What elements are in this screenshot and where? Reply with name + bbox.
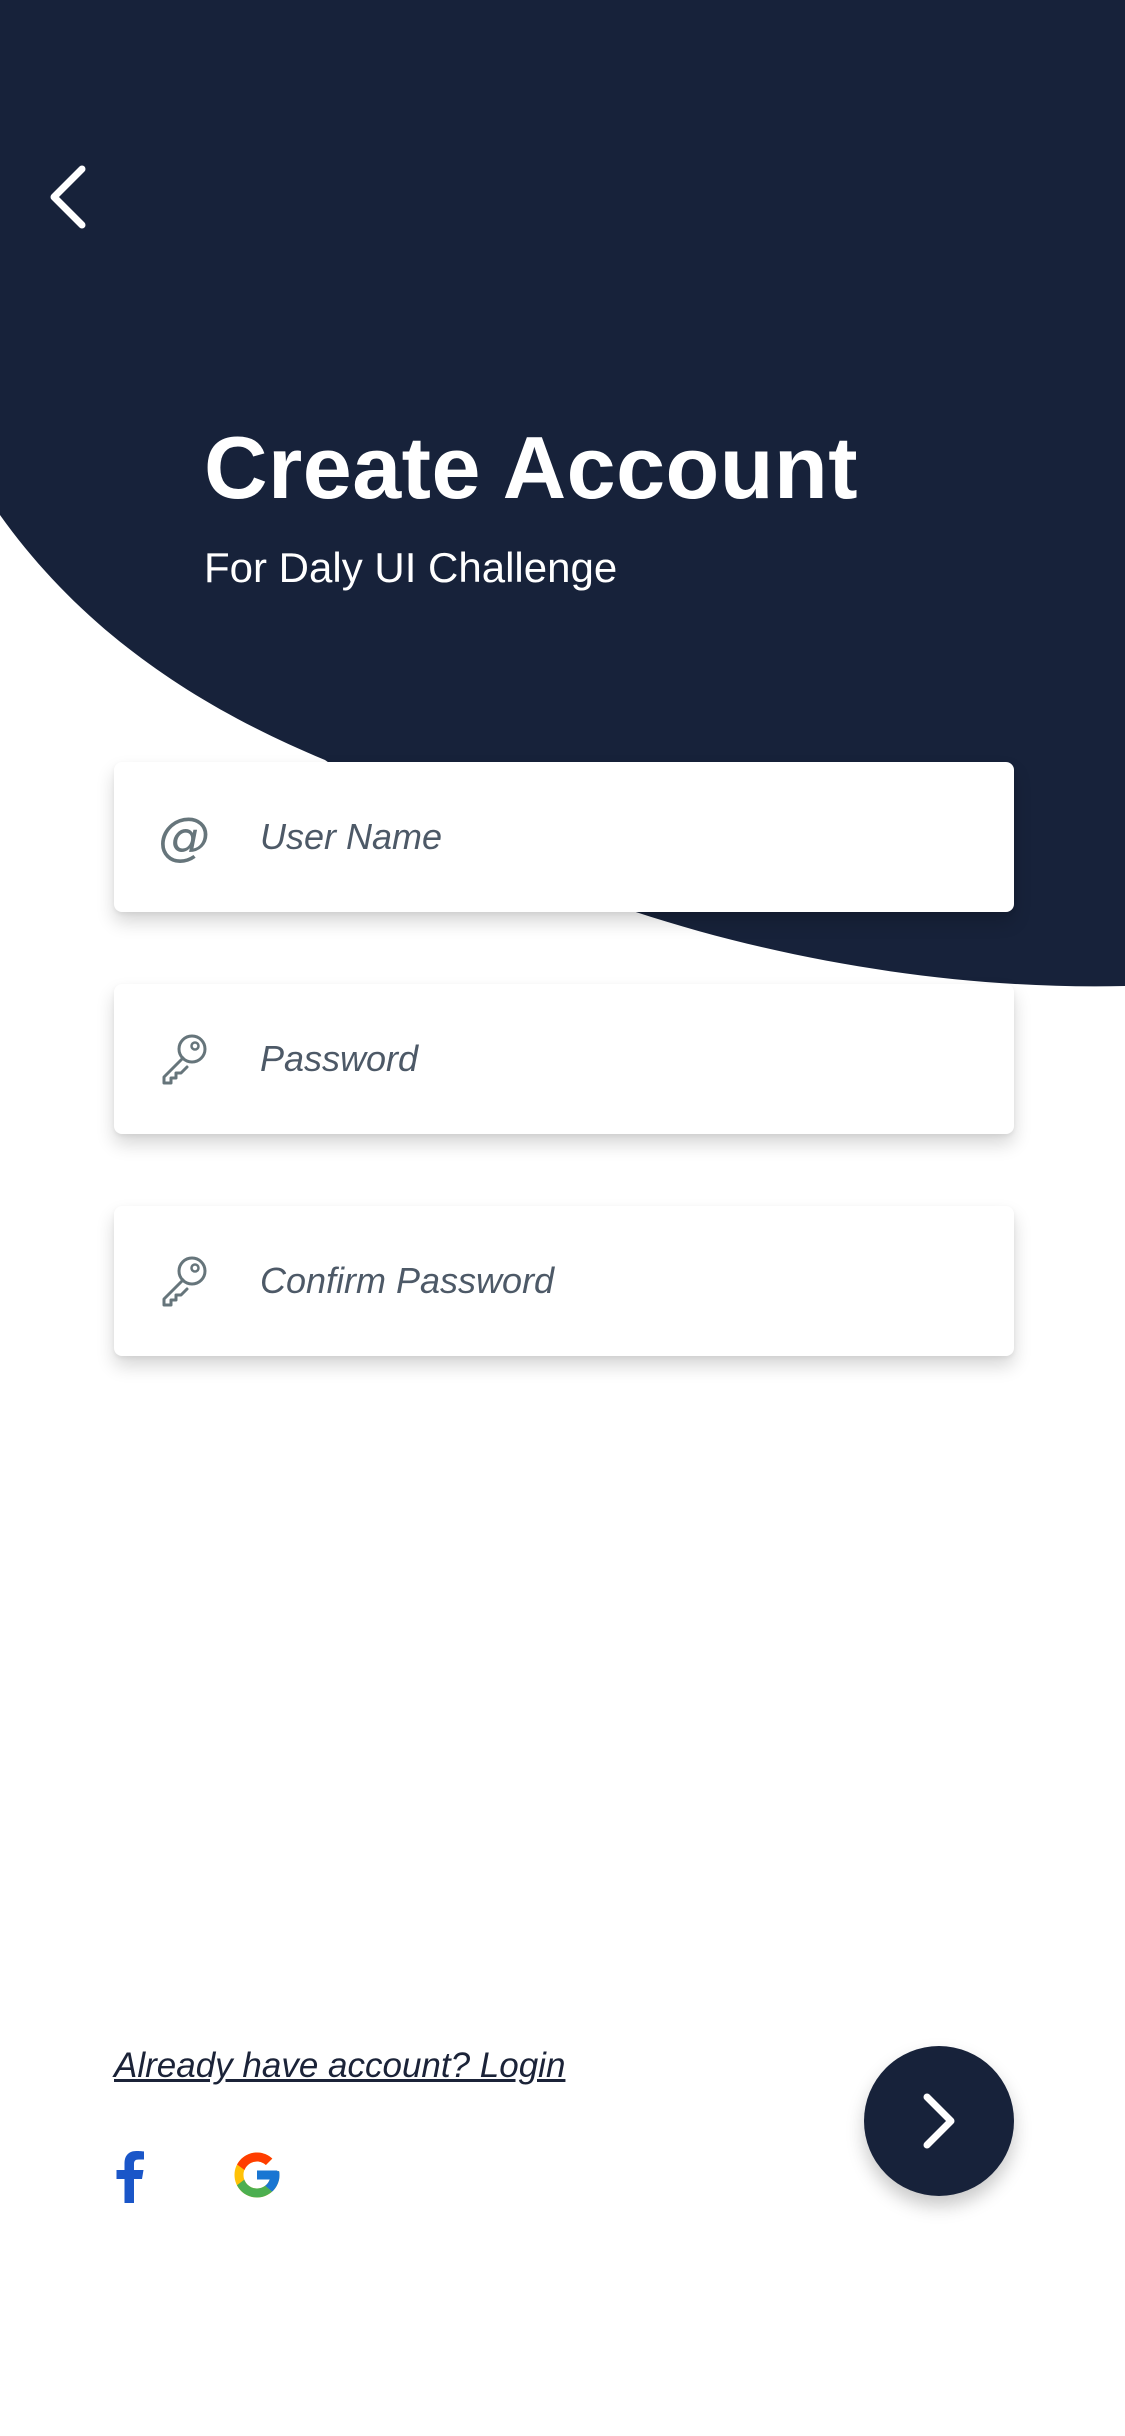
page-subtitle: For Daly UI Challenge xyxy=(204,544,618,591)
create-account-screen: Create Account For Daly UI Challenge @ A… xyxy=(0,0,1125,2436)
password-field xyxy=(114,984,1014,1134)
confirm-password-input[interactable] xyxy=(260,1241,980,1321)
login-link[interactable]: Already have account? Login xyxy=(114,2044,565,2088)
google-icon xyxy=(234,2152,280,2198)
key-icon xyxy=(154,1251,214,1311)
chevron-left-icon xyxy=(50,165,86,229)
key-icon xyxy=(154,1029,214,1089)
password-input[interactable] xyxy=(260,1019,980,1099)
next-button[interactable] xyxy=(864,2046,1014,2196)
google-login-button[interactable] xyxy=(222,2140,292,2210)
confirm-password-field xyxy=(114,1206,1014,1356)
username-field: @ xyxy=(114,762,1014,912)
at-sign-icon: @ xyxy=(158,807,210,867)
facebook-icon xyxy=(116,2151,144,2203)
back-button[interactable] xyxy=(32,152,104,242)
chevron-right-icon xyxy=(923,2093,955,2149)
page-title: Create Account xyxy=(204,418,859,517)
username-input[interactable] xyxy=(260,797,980,877)
facebook-login-button[interactable] xyxy=(94,2140,164,2210)
